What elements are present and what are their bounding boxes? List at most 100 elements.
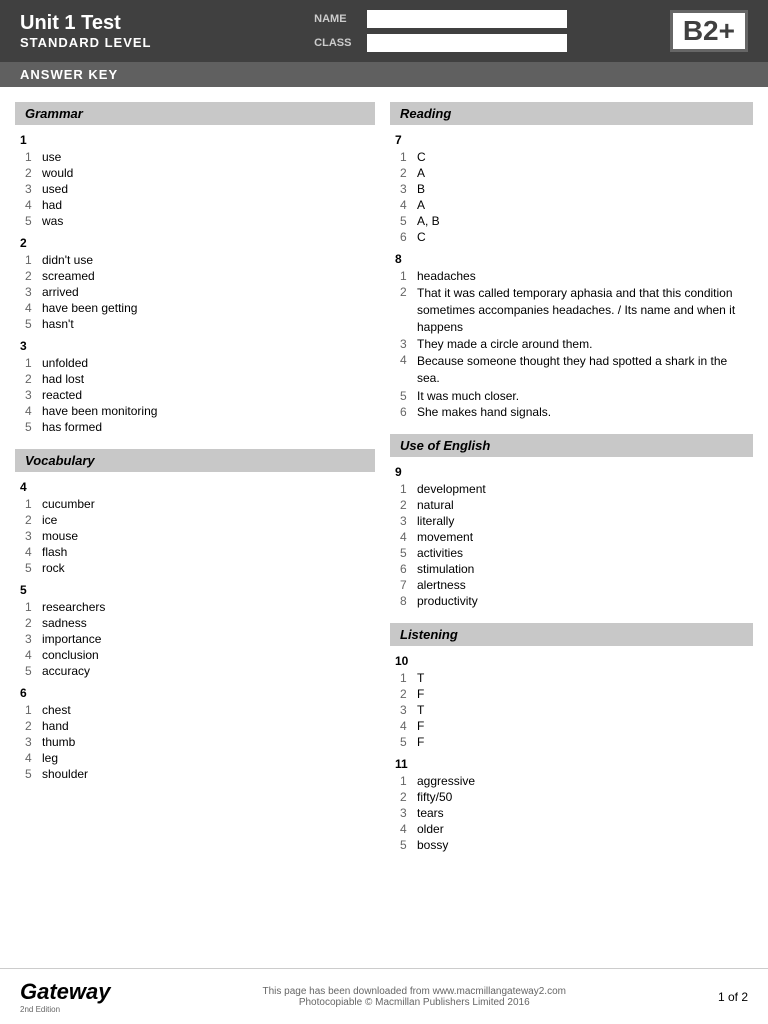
list-item: 3 B (395, 182, 748, 196)
listening-section: Listening 10 1 T 2 F 3 T 4 F (390, 623, 753, 852)
list-item: 5 hasn't (20, 317, 370, 331)
list-item: 2 ice (20, 513, 370, 527)
list-item: 6 stimulation (395, 562, 748, 576)
list-item: 1 aggressive (395, 774, 748, 788)
list-item: 3 T (395, 703, 748, 717)
list-item: 5 rock (20, 561, 370, 575)
listening-content: 10 1 T 2 F 3 T 4 F 5 (390, 654, 753, 852)
grammar-q1-number: 1 (20, 133, 370, 147)
list-item: 4 F (395, 719, 748, 733)
page-number: 1 of 2 (718, 990, 748, 1004)
answer-key-label: ANSWER KEY (20, 67, 118, 82)
list-item: 5 A, B (395, 214, 748, 228)
grammar-header: Grammar (15, 102, 375, 125)
list-item: 3 used (20, 182, 370, 196)
uoe-q9-number: 9 (395, 465, 748, 479)
use-of-english-section: Use of English 9 1 development 2 natural… (390, 434, 753, 608)
name-input[interactable] (367, 10, 567, 28)
listening-q10-number: 10 (395, 654, 748, 668)
list-item: 5 has formed (20, 420, 370, 434)
list-item: 4 older (395, 822, 748, 836)
list-item: 4 A (395, 198, 748, 212)
list-item: 4 have been getting (20, 301, 370, 315)
list-item: 1 didn't use (20, 253, 370, 267)
grammar-q2-number: 2 (20, 236, 370, 250)
list-item: 2 A (395, 166, 748, 180)
unit-title: Unit 1 Test (20, 12, 151, 35)
grammar-q3-number: 3 (20, 339, 370, 353)
gateway-logo: Gateway 2nd Edition (20, 979, 111, 1014)
level-subtitle: STANDARD LEVEL (20, 35, 151, 50)
list-item: 6 C (395, 230, 748, 244)
vocab-q4-number: 4 (20, 480, 370, 494)
list-item: 2 screamed (20, 269, 370, 283)
vocab-q5-number: 5 (20, 583, 370, 597)
list-item: 3 arrived (20, 285, 370, 299)
class-field-row: CLASS (314, 34, 567, 52)
right-column: Reading 7 1 C 2 A 3 B 4 A (390, 102, 753, 867)
reading-section: Reading 7 1 C 2 A 3 B 4 A (390, 102, 753, 419)
list-item: 2 natural (395, 498, 748, 512)
reading-content: 7 1 C 2 A 3 B 4 A 5 (390, 133, 753, 419)
brand-name: Gateway (20, 979, 111, 1005)
class-input[interactable] (367, 34, 567, 52)
list-item: 1 unfolded (20, 356, 370, 370)
list-item: 5 activities (395, 546, 748, 560)
list-item: 1 cucumber (20, 497, 370, 511)
listening-q11-number: 11 (395, 757, 748, 771)
list-item: 1 researchers (20, 600, 370, 614)
list-item: 5 It was much closer. (395, 389, 748, 403)
name-label: NAME (314, 13, 359, 25)
listening-header: Listening (390, 623, 753, 646)
left-column: Grammar 1 1 use 2 would 3 used 4 (15, 102, 375, 867)
list-item: 3 They made a circle around them. (395, 337, 748, 351)
list-item: 3 importance (20, 632, 370, 646)
use-of-english-content: 9 1 development 2 natural 3 literally 4 … (390, 465, 753, 608)
footer-copyright: This page has been downloaded from www.m… (262, 986, 566, 1008)
list-item: 3 mouse (20, 529, 370, 543)
list-item: 4 had (20, 198, 370, 212)
vocabulary-header: Vocabulary (15, 449, 375, 472)
header-fields: NAME CLASS (314, 10, 567, 52)
list-item: 5 shoulder (20, 767, 370, 781)
list-item: 5 bossy (395, 838, 748, 852)
list-item: 6 She makes hand signals. (395, 405, 748, 419)
reading-q8-number: 8 (395, 252, 748, 266)
vocab-q6-number: 6 (20, 686, 370, 700)
list-item: 4 flash (20, 545, 370, 559)
vocabulary-content: 4 1 cucumber 2 ice 3 mouse 4 flash (15, 480, 375, 781)
page-header: Unit 1 Test STANDARD LEVEL NAME CLASS B2… (0, 0, 768, 62)
list-item: 5 accuracy (20, 664, 370, 678)
name-field-row: NAME (314, 10, 567, 28)
list-item: 4 have been monitoring (20, 404, 370, 418)
reading-q7-number: 7 (395, 133, 748, 147)
list-item: 2 fifty/50 (395, 790, 748, 804)
class-label: CLASS (314, 37, 359, 49)
list-item: 1 chest (20, 703, 370, 717)
list-item: 2 hand (20, 719, 370, 733)
list-item: 1 headaches (395, 269, 748, 283)
copyright-line2: Photocopiable © Macmillan Publishers Lim… (262, 997, 566, 1008)
list-item: 3 thumb (20, 735, 370, 749)
edition-label: 2nd Edition (20, 1005, 60, 1014)
list-item: 2 would (20, 166, 370, 180)
main-content: Grammar 1 1 use 2 would 3 used 4 (0, 87, 768, 882)
reading-header: Reading (390, 102, 753, 125)
list-item: 5 was (20, 214, 370, 228)
list-item: 3 literally (395, 514, 748, 528)
list-item: 2 That it was called temporary aphasia a… (395, 285, 748, 335)
list-item: 4 movement (395, 530, 748, 544)
list-item: 4 leg (20, 751, 370, 765)
copyright-line1: This page has been downloaded from www.m… (262, 986, 566, 997)
vocabulary-section: Vocabulary 4 1 cucumber 2 ice 3 mouse 4 (15, 449, 375, 781)
list-item: 2 had lost (20, 372, 370, 386)
level-badge: B2+ (670, 10, 748, 52)
list-item: 1 use (20, 150, 370, 164)
page-footer: Gateway 2nd Edition This page has been d… (0, 968, 768, 1024)
answer-key-bar: ANSWER KEY (0, 62, 768, 87)
grammar-content: 1 1 use 2 would 3 used 4 had (15, 133, 375, 434)
list-item: 3 reacted (20, 388, 370, 402)
list-item: 2 sadness (20, 616, 370, 630)
list-item: 4 Because someone thought they had spott… (395, 353, 748, 387)
list-item: 8 productivity (395, 594, 748, 608)
